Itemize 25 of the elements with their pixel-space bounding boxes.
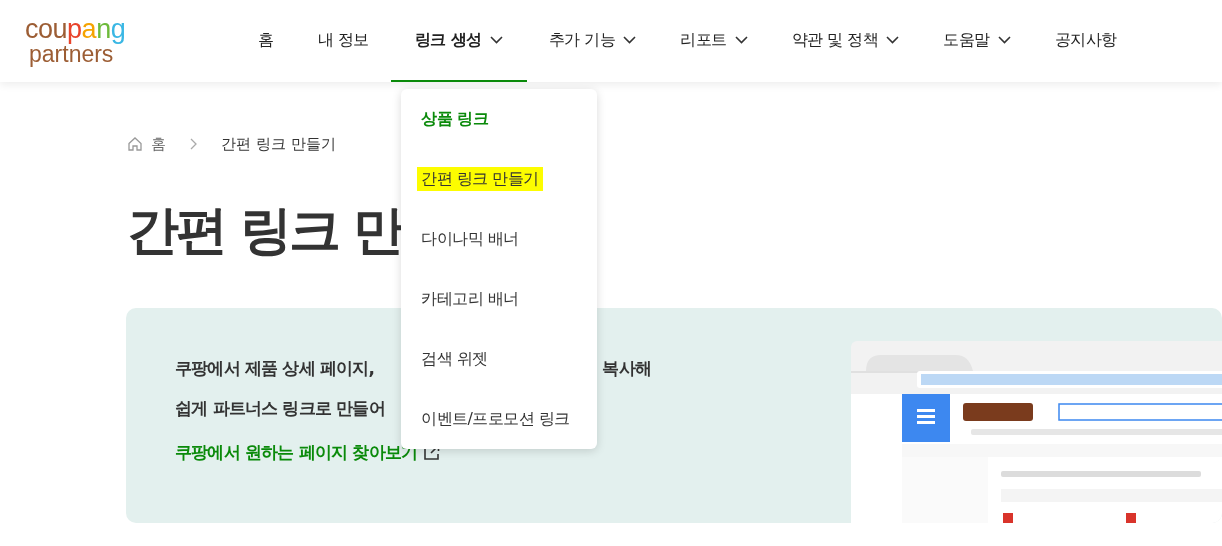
- logo-subtitle: partners: [28, 43, 114, 66]
- nav-tab[interactable]: 추가 기능: [526, 0, 659, 82]
- breadcrumb-current: 간편 링크 만들기: [221, 134, 336, 154]
- logo-wordmark: coupang: [25, 16, 126, 43]
- nav-tab[interactable]: 약관 및 정책: [769, 0, 922, 82]
- menu-item[interactable]: 상품 링크: [417, 107, 493, 131]
- coupang-partners-logo[interactable]: coupang partners: [0, 0, 236, 82]
- nav-tab[interactable]: 공지사항: [1032, 0, 1139, 82]
- nav-tab[interactable]: 리포트: [658, 0, 770, 82]
- intro-text: 쿠팡에서 제품 상세 페이지,: [175, 357, 375, 380]
- nav-tab[interactable]: 도움말: [921, 0, 1033, 82]
- menu-item[interactable]: 간편 링크 만들기: [417, 167, 543, 191]
- menu-item[interactable]: 검색 위젯: [417, 347, 492, 371]
- intro-text: 복사해: [602, 357, 651, 380]
- menu-item[interactable]: 이벤트/프로모션 링크: [417, 407, 574, 431]
- nav-tab[interactable]: 링크 생성: [390, 0, 527, 82]
- home-icon[interactable]: [127, 136, 143, 152]
- intro-text: 쉽게 파트너스 링크로 만들어: [175, 397, 385, 420]
- page-title: 간편 링크 만: [127, 202, 403, 258]
- menu-item[interactable]: 다이나믹 배너: [417, 227, 523, 251]
- breadcrumb-link[interactable]: 홈: [151, 134, 166, 154]
- chevron-right-icon: [190, 138, 197, 150]
- menu-item[interactable]: 카테고리 배너: [417, 287, 523, 311]
- nav-tab[interactable]: 홈: [236, 0, 296, 82]
- nav-tab[interactable]: 내 정보: [295, 0, 391, 82]
